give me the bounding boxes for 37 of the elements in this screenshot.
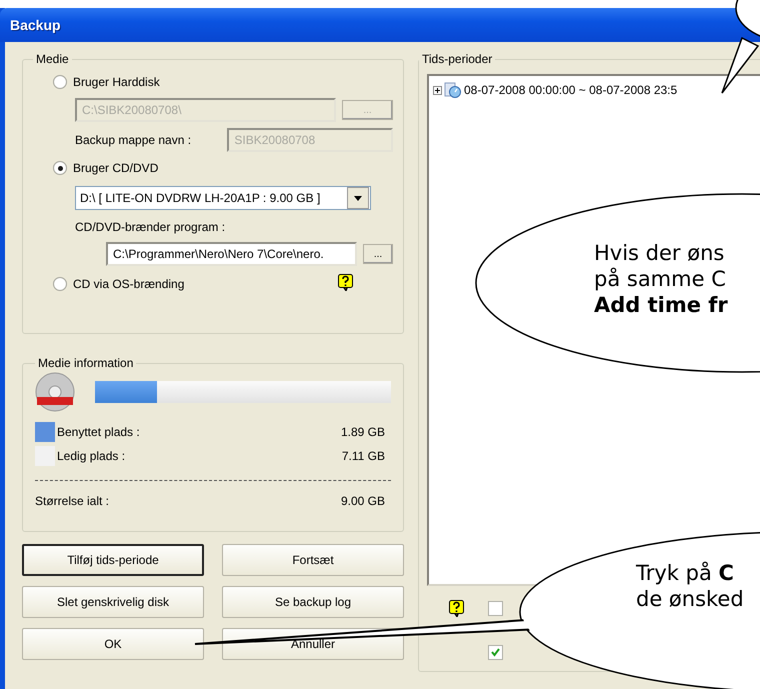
field-label: CD/DVD-brænder program :: [75, 220, 226, 234]
info-label: Ledig plads :: [57, 449, 126, 463]
dialog-button[interactable]: Fortsæt: [222, 544, 404, 576]
burner-path-field[interactable]: C:\Programmer\Nero\Nero 7\Core\nero.: [106, 242, 358, 266]
radio-button[interactable]: [53, 161, 67, 175]
dropdown-arrow-icon: [354, 196, 362, 200]
checkbox[interactable]: [488, 601, 503, 616]
radio-label: Bruger Harddisk: [73, 75, 160, 89]
dialog-button[interactable]: Se backup log: [222, 586, 404, 618]
help-icon[interactable]: [449, 600, 464, 617]
radio-label: CD via OS-brænding: [73, 277, 184, 291]
clock-icon: [444, 82, 462, 98]
browse-button[interactable]: ...: [363, 244, 393, 264]
info-label: Størrelse ialt :: [35, 494, 110, 508]
field-label: Backup mappe navn :: [75, 133, 192, 147]
tree-item[interactable]: 08-07-2008 00:00:00 ~ 08-07-2008 23:5: [464, 83, 678, 97]
expand-icon[interactable]: [433, 86, 442, 94]
disc-icon: [35, 372, 75, 412]
callout-text: Hvis der øns på samme C Add time fr: [594, 240, 728, 318]
window-title: Backup: [10, 17, 61, 33]
dialog-button[interactable]: Slet genskrivelig disk: [22, 586, 204, 618]
callout-text: Tryk på C de ønsked: [636, 560, 744, 612]
group-title: Medie information: [37, 356, 134, 370]
dialog-button[interactable]: OK: [22, 628, 204, 660]
group-title: Medie: [35, 52, 70, 66]
dialog-button[interactable]: Tilføj tids-periode: [22, 544, 204, 576]
radio-button[interactable]: [53, 75, 67, 89]
info-label: Benyttet plads :: [57, 425, 140, 439]
info-value: 9.00 GB: [340, 494, 385, 508]
radio-button[interactable]: [53, 277, 67, 291]
group-title: Tids-perioder: [421, 52, 494, 66]
help-icon[interactable]: [338, 274, 353, 291]
radio-label: Bruger CD/DVD: [73, 161, 158, 175]
info-value: 1.89 GB: [340, 425, 385, 439]
drive-dropdown[interactable]: D:\ [ LITE-ON DVDRW LH-20A1P : 9.00 GB ]: [75, 186, 371, 210]
info-value: 7.11 GB: [342, 449, 385, 463]
checkbox[interactable]: [488, 645, 503, 660]
